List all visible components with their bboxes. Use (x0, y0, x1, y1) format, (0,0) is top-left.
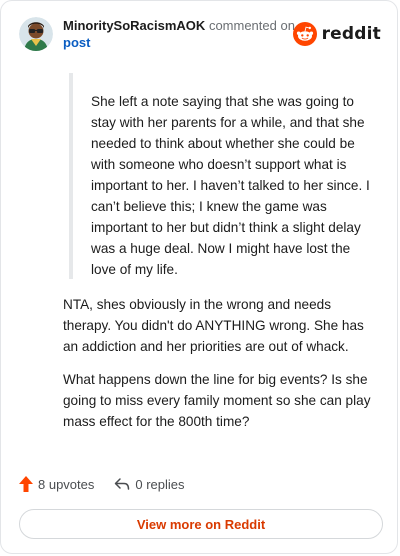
reply-count: 0 replies (135, 476, 185, 492)
comment-paragraph: What happens down the line for big event… (63, 372, 371, 429)
author-name[interactable]: MinoritySoRacismAOK (63, 18, 205, 33)
upvote-count: 8 upvotes (38, 476, 95, 492)
view-more-button[interactable]: View more on Reddit (19, 509, 383, 539)
header-text: MinoritySoRacismAOK commented on post (63, 17, 303, 51)
action-text: commented on (208, 18, 295, 33)
comment-header: MinoritySoRacismAOK commented on post re… (19, 17, 381, 53)
comment-stats: 8 upvotes 0 replies (19, 474, 185, 494)
avatar-image (19, 17, 53, 51)
reddit-wordmark: reddit (321, 24, 381, 44)
avatar[interactable] (19, 17, 53, 51)
upvote-stat[interactable]: 8 upvotes (19, 476, 94, 492)
reply-arrow-icon (115, 478, 130, 490)
reply-stat[interactable]: 0 replies (114, 476, 185, 492)
post-link[interactable]: post (63, 34, 303, 51)
comment-embed-card: MinoritySoRacismAOK commented on post re… (0, 0, 398, 554)
reddit-alien-icon (292, 22, 317, 46)
reddit-logo[interactable]: reddit (292, 21, 381, 47)
comment-paragraph: NTA, shes obviously in the wrong and nee… (63, 297, 364, 354)
upvote-arrow-icon (19, 476, 33, 492)
quoted-text: She left a note saying that she was goin… (91, 94, 370, 277)
